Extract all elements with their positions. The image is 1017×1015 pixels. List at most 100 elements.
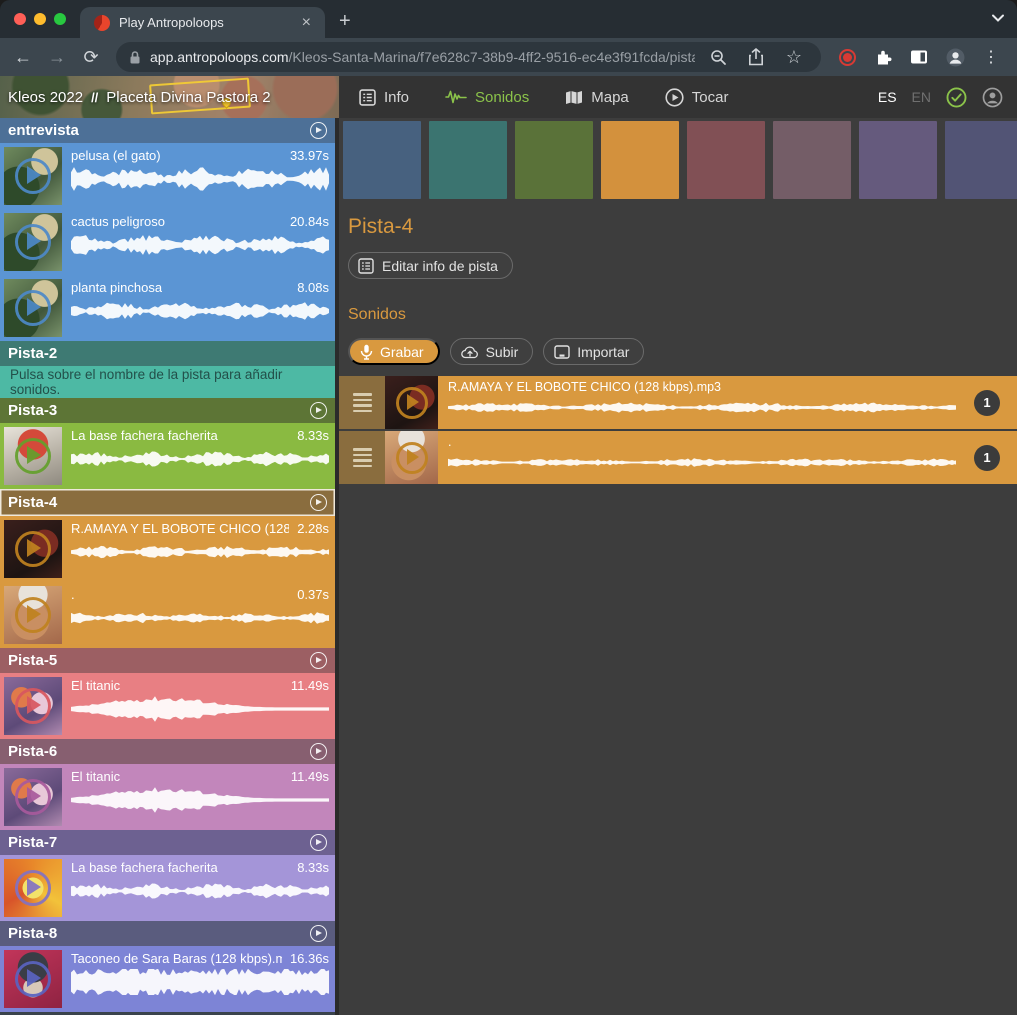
sound-play-icon[interactable] bbox=[396, 387, 428, 419]
nav-item-info[interactable]: Info bbox=[359, 89, 409, 106]
clip-play-icon[interactable] bbox=[15, 224, 51, 260]
clip-play-icon[interactable] bbox=[15, 779, 51, 815]
track-header-entrevista[interactable]: entrevista bbox=[0, 118, 335, 143]
clip-thumbnail[interactable] bbox=[4, 520, 62, 578]
clip-title: El titanic bbox=[71, 678, 120, 693]
drag-handle[interactable] bbox=[339, 431, 385, 484]
track-play-icon[interactable] bbox=[310, 834, 327, 851]
new-tab-button[interactable]: + bbox=[325, 10, 365, 37]
sound-row-dot[interactable]: . 1 bbox=[339, 431, 1017, 484]
clip-thumbnail[interactable] bbox=[4, 213, 62, 271]
fullscreen-window-button[interactable] bbox=[54, 13, 66, 25]
browser-menu-icon[interactable]: ⋮ bbox=[975, 42, 1007, 72]
clip-play-icon[interactable] bbox=[15, 438, 51, 474]
track-play-icon[interactable] bbox=[310, 652, 327, 669]
import-button[interactable]: Importar bbox=[543, 338, 644, 365]
edit-track-info-button[interactable]: Editar info de pista bbox=[348, 252, 513, 279]
clip-duration: 0.37s bbox=[297, 587, 329, 602]
sound-play-icon[interactable] bbox=[396, 442, 428, 474]
swatch-track-1[interactable] bbox=[343, 121, 421, 199]
clip-taconeo[interactable]: Taconeo de Sara Baras (128 kbps).mp316.3… bbox=[0, 946, 335, 1012]
clip-play-icon[interactable] bbox=[15, 290, 51, 326]
clip-thumbnail[interactable] bbox=[4, 147, 62, 205]
clip-thumbnail[interactable] bbox=[4, 677, 62, 735]
extensions-puzzle-icon[interactable] bbox=[867, 42, 899, 72]
address-bar[interactable]: app.antropoloops.com/Kleos-Santa-Marina/… bbox=[116, 42, 821, 72]
clip-thumbnail[interactable] bbox=[4, 279, 62, 337]
minimize-window-button[interactable] bbox=[34, 13, 46, 25]
forward-button[interactable]: → bbox=[42, 42, 72, 72]
track-header-pista-8[interactable]: Pista-8 bbox=[0, 921, 335, 946]
tab-search-chevron-icon[interactable] bbox=[991, 13, 1005, 23]
close-window-button[interactable] bbox=[14, 13, 26, 25]
clip-thumbnail[interactable] bbox=[4, 950, 62, 1008]
swatch-track-4[interactable] bbox=[601, 121, 679, 199]
account-icon[interactable] bbox=[982, 87, 1003, 108]
track-body: La base fachera facherita8.33s bbox=[0, 423, 335, 489]
clip-play-icon[interactable] bbox=[15, 597, 51, 633]
share-icon[interactable] bbox=[741, 44, 771, 70]
track-play-icon[interactable] bbox=[310, 122, 327, 139]
track-header-pista-4[interactable]: Pista-4 bbox=[0, 489, 335, 516]
clip-la-base[interactable]: La base fachera facherita8.33s bbox=[0, 423, 335, 489]
record-button[interactable]: Grabar bbox=[348, 338, 440, 365]
clip-dot[interactable]: .0.37s bbox=[0, 582, 335, 648]
nav-item-mapa[interactable]: Mapa bbox=[565, 89, 629, 106]
reload-button[interactable]: ⟳ bbox=[76, 42, 106, 72]
breadcrumb-scene[interactable]: Placeta Divina Pastora 2 bbox=[106, 89, 270, 106]
clip-cactus[interactable]: cactus peligroso20.84s bbox=[0, 209, 335, 275]
clip-title: La base fachera facherita bbox=[71, 860, 218, 875]
tab-close-icon[interactable]: × bbox=[298, 13, 315, 33]
drag-handle[interactable] bbox=[339, 376, 385, 429]
clip-titanic-5[interactable]: El titanic11.49s bbox=[0, 673, 335, 739]
sound-thumbnail[interactable] bbox=[385, 376, 438, 429]
track-header-pista-3[interactable]: Pista-3 bbox=[0, 398, 335, 423]
track-play-icon[interactable] bbox=[310, 494, 327, 511]
clip-thumbnail[interactable] bbox=[4, 586, 62, 644]
track-play-icon[interactable] bbox=[310, 925, 327, 942]
sound-thumbnail[interactable] bbox=[385, 431, 438, 484]
swatch-track-6[interactable] bbox=[773, 121, 851, 199]
clip-play-icon[interactable] bbox=[15, 158, 51, 194]
clip-la-base-7[interactable]: La base fachera facherita8.33s bbox=[0, 855, 335, 921]
track-header-pista-5[interactable]: Pista-5 bbox=[0, 648, 335, 673]
track-name: entrevista bbox=[8, 122, 310, 139]
clip-ramaya[interactable]: R.AMAYA Y EL BOBOTE CHICO (128 kbps)....… bbox=[0, 516, 335, 582]
lang-es-toggle[interactable]: ES bbox=[878, 89, 897, 105]
track-play-icon[interactable] bbox=[310, 743, 327, 760]
browser-tab[interactable]: Play Antropoloops × bbox=[80, 7, 325, 38]
bookmark-star-icon[interactable]: ☆ bbox=[779, 44, 809, 70]
track-play-icon[interactable] bbox=[310, 402, 327, 419]
record-extension-icon[interactable] bbox=[831, 42, 863, 72]
breadcrumb-project[interactable]: Kleos 2022 bbox=[8, 89, 83, 106]
track-header-pista-2[interactable]: Pista-2 bbox=[0, 341, 335, 366]
clip-titanic-6[interactable]: El titanic11.49s bbox=[0, 764, 335, 830]
zoom-out-icon[interactable] bbox=[703, 44, 733, 70]
track-name: Pista-8 bbox=[8, 925, 310, 942]
swatch-track-8[interactable] bbox=[945, 121, 1017, 199]
track-header-pista-6[interactable]: Pista-6 bbox=[0, 739, 335, 764]
nav-item-tocar[interactable]: Tocar bbox=[665, 88, 729, 107]
lang-en-toggle[interactable]: EN bbox=[912, 89, 931, 105]
back-button[interactable]: ← bbox=[8, 42, 38, 72]
clip-play-icon[interactable] bbox=[15, 531, 51, 567]
swatch-track-7[interactable] bbox=[859, 121, 937, 199]
upload-button[interactable]: Subir bbox=[450, 338, 534, 365]
clip-pelusa[interactable]: pelusa (el gato)33.97s bbox=[0, 143, 335, 209]
clip-play-icon[interactable] bbox=[15, 870, 51, 906]
profile-avatar[interactable] bbox=[939, 42, 971, 72]
clip-planta[interactable]: planta pinchosa8.08s bbox=[0, 275, 335, 341]
swatch-track-5[interactable] bbox=[687, 121, 765, 199]
nav-item-sonidos[interactable]: Sonidos bbox=[445, 89, 529, 106]
track-header-pista-7[interactable]: Pista-7 bbox=[0, 830, 335, 855]
side-panel-icon[interactable] bbox=[903, 42, 935, 72]
swatch-track-2[interactable] bbox=[429, 121, 507, 199]
sound-row-ramaya[interactable]: R.AMAYA Y EL BOBOTE CHICO (128 kbps).mp3… bbox=[339, 376, 1017, 429]
clip-play-icon[interactable] bbox=[15, 688, 51, 724]
sidebar-section-pista-7: Pista-7 La base fachera facherita8.33s bbox=[0, 830, 335, 921]
clip-thumbnail[interactable] bbox=[4, 768, 62, 826]
clip-play-icon[interactable] bbox=[15, 961, 51, 997]
swatch-track-3[interactable] bbox=[515, 121, 593, 199]
clip-thumbnail[interactable] bbox=[4, 859, 62, 917]
clip-thumbnail[interactable] bbox=[4, 427, 62, 485]
